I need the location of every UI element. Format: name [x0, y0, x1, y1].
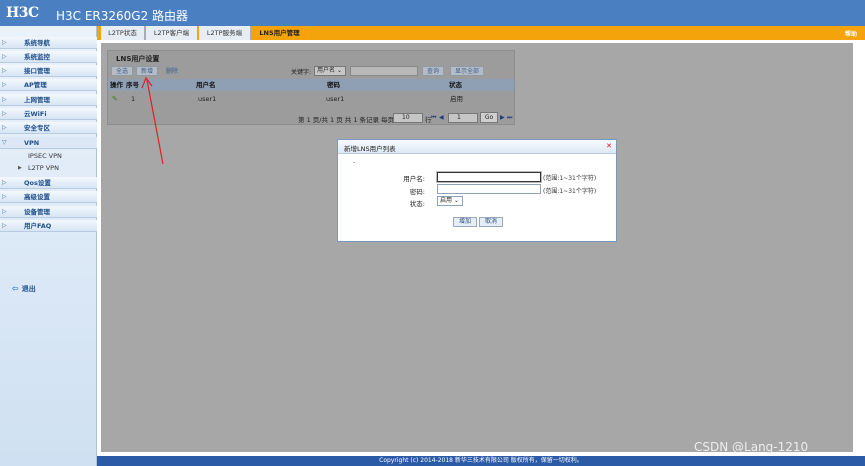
per-page-input[interactable]: 10: [393, 113, 423, 123]
chevron-down-icon: ⌄: [453, 197, 459, 204]
row-status: 启用: [450, 95, 463, 103]
expand-arrow-icon: ▷: [2, 53, 7, 60]
first-page-icon[interactable]: ⏮: [431, 114, 436, 122]
password-label: 密码:: [409, 188, 425, 196]
logout-icon: ⇦: [12, 284, 19, 293]
show-all-button[interactable]: 显示全部: [450, 66, 485, 76]
expand-arrow-icon: ▷: [2, 222, 7, 229]
sidebar-item-device[interactable]: ▷ 设备管理: [0, 206, 97, 218]
tab-lns-users[interactable]: LNS用户管理: [252, 26, 308, 40]
close-icon[interactable]: ✕: [606, 142, 612, 150]
pager: 第 1 页/共 1 页 共 1 条记录 每页 10 行 ⏮ ◀ 1 Go ▶ ⏭: [108, 112, 514, 124]
expand-arrow-icon: ▷: [2, 39, 7, 46]
password-hint: (范围:1~31个字符): [543, 188, 597, 195]
add-lns-user-dialog: 新增LNS用户列表 ✕ . 用户名: (范围:1~31个字符) 密码: (范围:…: [337, 139, 617, 242]
sidebar-item-qos[interactable]: ▷ Qos设置: [0, 177, 97, 189]
sidebar-item-interface[interactable]: ▷ 接口管理: [0, 65, 97, 77]
cancel-button[interactable]: 取消: [479, 217, 503, 227]
table-header: 操作 序号 用户名 密码 状态: [108, 79, 514, 91]
sidebar-subitem-l2tp-vpn[interactable]: ▶ L2TP VPN: [0, 162, 97, 174]
logout-link[interactable]: ⇦ 退出: [12, 284, 36, 294]
panel-title: LNS用户设置: [116, 55, 160, 63]
col-password: 密码: [327, 81, 340, 89]
sidebar-item-system-nav[interactable]: ▷ 系统导航: [0, 37, 97, 49]
sidebar-item-advanced[interactable]: ▷ 高级设置: [0, 191, 97, 203]
go-button[interactable]: Go: [480, 112, 498, 123]
dialog-title: 新增LNS用户列表: [344, 145, 396, 153]
footer-copyright: Copyright (c) 2014-2018 新华三技术有限公司 版权所有，保…: [97, 456, 865, 466]
table-row: ✎ 1 user1 user1 启用: [108, 93, 514, 105]
keyword-label: 关键字:: [291, 69, 312, 76]
page-number-input[interactable]: 1: [448, 113, 478, 123]
expand-arrow-icon: ▷: [2, 110, 7, 117]
edit-pencil-icon[interactable]: ✎: [112, 93, 118, 105]
expand-arrow-icon: ▷: [2, 81, 7, 88]
select-all-button[interactable]: 全选: [111, 66, 134, 76]
expand-arrow-icon: ▷: [2, 208, 7, 215]
sidebar-subitem-ipsec-vpn[interactable]: IPSEC VPN: [0, 150, 97, 162]
chevron-down-icon: ⌄: [336, 67, 342, 74]
expand-arrow-icon: ▷: [2, 67, 7, 74]
lns-user-panel: LNS用户设置 全选 新增 删除 关键字: 用户名 ⌄ 查询 显示全部 操作 序…: [107, 50, 515, 125]
tab-l2tp-status[interactable]: L2TP状态: [101, 26, 145, 40]
pager-summary: 第 1 页/共 1 页 共 1 条记录 每页: [298, 116, 395, 124]
dialog-dot: .: [353, 157, 356, 165]
panel-toolbar: 全选 新增 删除 关键字: 用户名 ⌄ 查询 显示全部: [108, 65, 514, 78]
next-page-icon[interactable]: ▶: [500, 114, 505, 121]
password-input[interactable]: [437, 184, 541, 194]
expand-arrow-icon: ▷: [2, 179, 7, 186]
prev-page-icon[interactable]: ◀: [439, 114, 444, 121]
sidebar-item-faq[interactable]: ▷ 用户FAQ: [0, 220, 97, 232]
sidebar-item-cloud-wifi[interactable]: ▷ 云WiFi: [0, 108, 97, 120]
dialog-header: 新增LNS用户列表 ✕: [338, 140, 616, 154]
row-index: 1: [131, 95, 136, 103]
sidebar-item-system-monitor[interactable]: ▷ 系统监控: [0, 51, 97, 63]
expand-arrow-icon: ▷: [2, 96, 7, 103]
username-input[interactable]: [437, 172, 541, 182]
row-username: user1: [198, 95, 217, 103]
search-button[interactable]: 查询: [422, 66, 445, 76]
h3c-logo: H3C: [6, 5, 39, 21]
keyword-input[interactable]: [350, 66, 418, 76]
pointer-arrow-icon: ▶: [18, 165, 22, 171]
add-confirm-button[interactable]: 增加: [453, 217, 477, 227]
last-page-icon[interactable]: ⏭: [507, 114, 512, 122]
status-label: 状态:: [409, 200, 425, 208]
col-index: 序号: [126, 81, 139, 89]
collapse-arrow-icon: ▽: [2, 139, 7, 146]
keyword-field-select[interactable]: 用户名 ⌄: [314, 66, 346, 76]
tab-l2tp-server[interactable]: L2TP服务端: [199, 26, 251, 40]
col-op: 操作: [110, 81, 123, 89]
username-hint: (范围:1~31个字符): [543, 175, 597, 182]
col-username: 用户名: [196, 81, 216, 89]
sidebar: ▷ 系统导航 ▷ 系统监控 ▷ 接口管理 ▷ AP管理 ▷ 上网管理 ▷ 云WiFi ▷ 安全…: [0, 26, 97, 466]
sidebar-item-security[interactable]: ▷ 安全专区: [0, 122, 97, 134]
status-select[interactable]: 启用 ⌄: [437, 196, 463, 206]
row-password: user1: [326, 95, 345, 103]
app-title: H3C ER3260G2 路由器: [56, 9, 189, 23]
sidebar-item-internet[interactable]: ▷ 上网管理: [0, 94, 97, 106]
tab-bar: L2TP状态 L2TP客户端 L2TP服务端 LNS用户管理 帮助: [97, 26, 865, 40]
expand-arrow-icon: ▷: [2, 124, 7, 131]
tab-l2tp-client[interactable]: L2TP客户端: [146, 26, 198, 40]
help-link[interactable]: 帮助: [845, 29, 857, 38]
sidebar-item-vpn[interactable]: ▽ VPN: [0, 137, 97, 149]
sidebar-item-ap[interactable]: ▷ AP管理: [0, 79, 97, 91]
app-header: H3C H3C ER3260G2 路由器: [0, 0, 865, 26]
col-status: 状态: [449, 81, 462, 89]
expand-arrow-icon: ▷: [2, 193, 7, 200]
add-button[interactable]: 新增: [136, 66, 159, 76]
username-label: 用户名:: [403, 175, 425, 183]
watermark: CSDN @Lang-1210: [694, 440, 809, 454]
delete-button[interactable]: 删除: [161, 66, 183, 76]
